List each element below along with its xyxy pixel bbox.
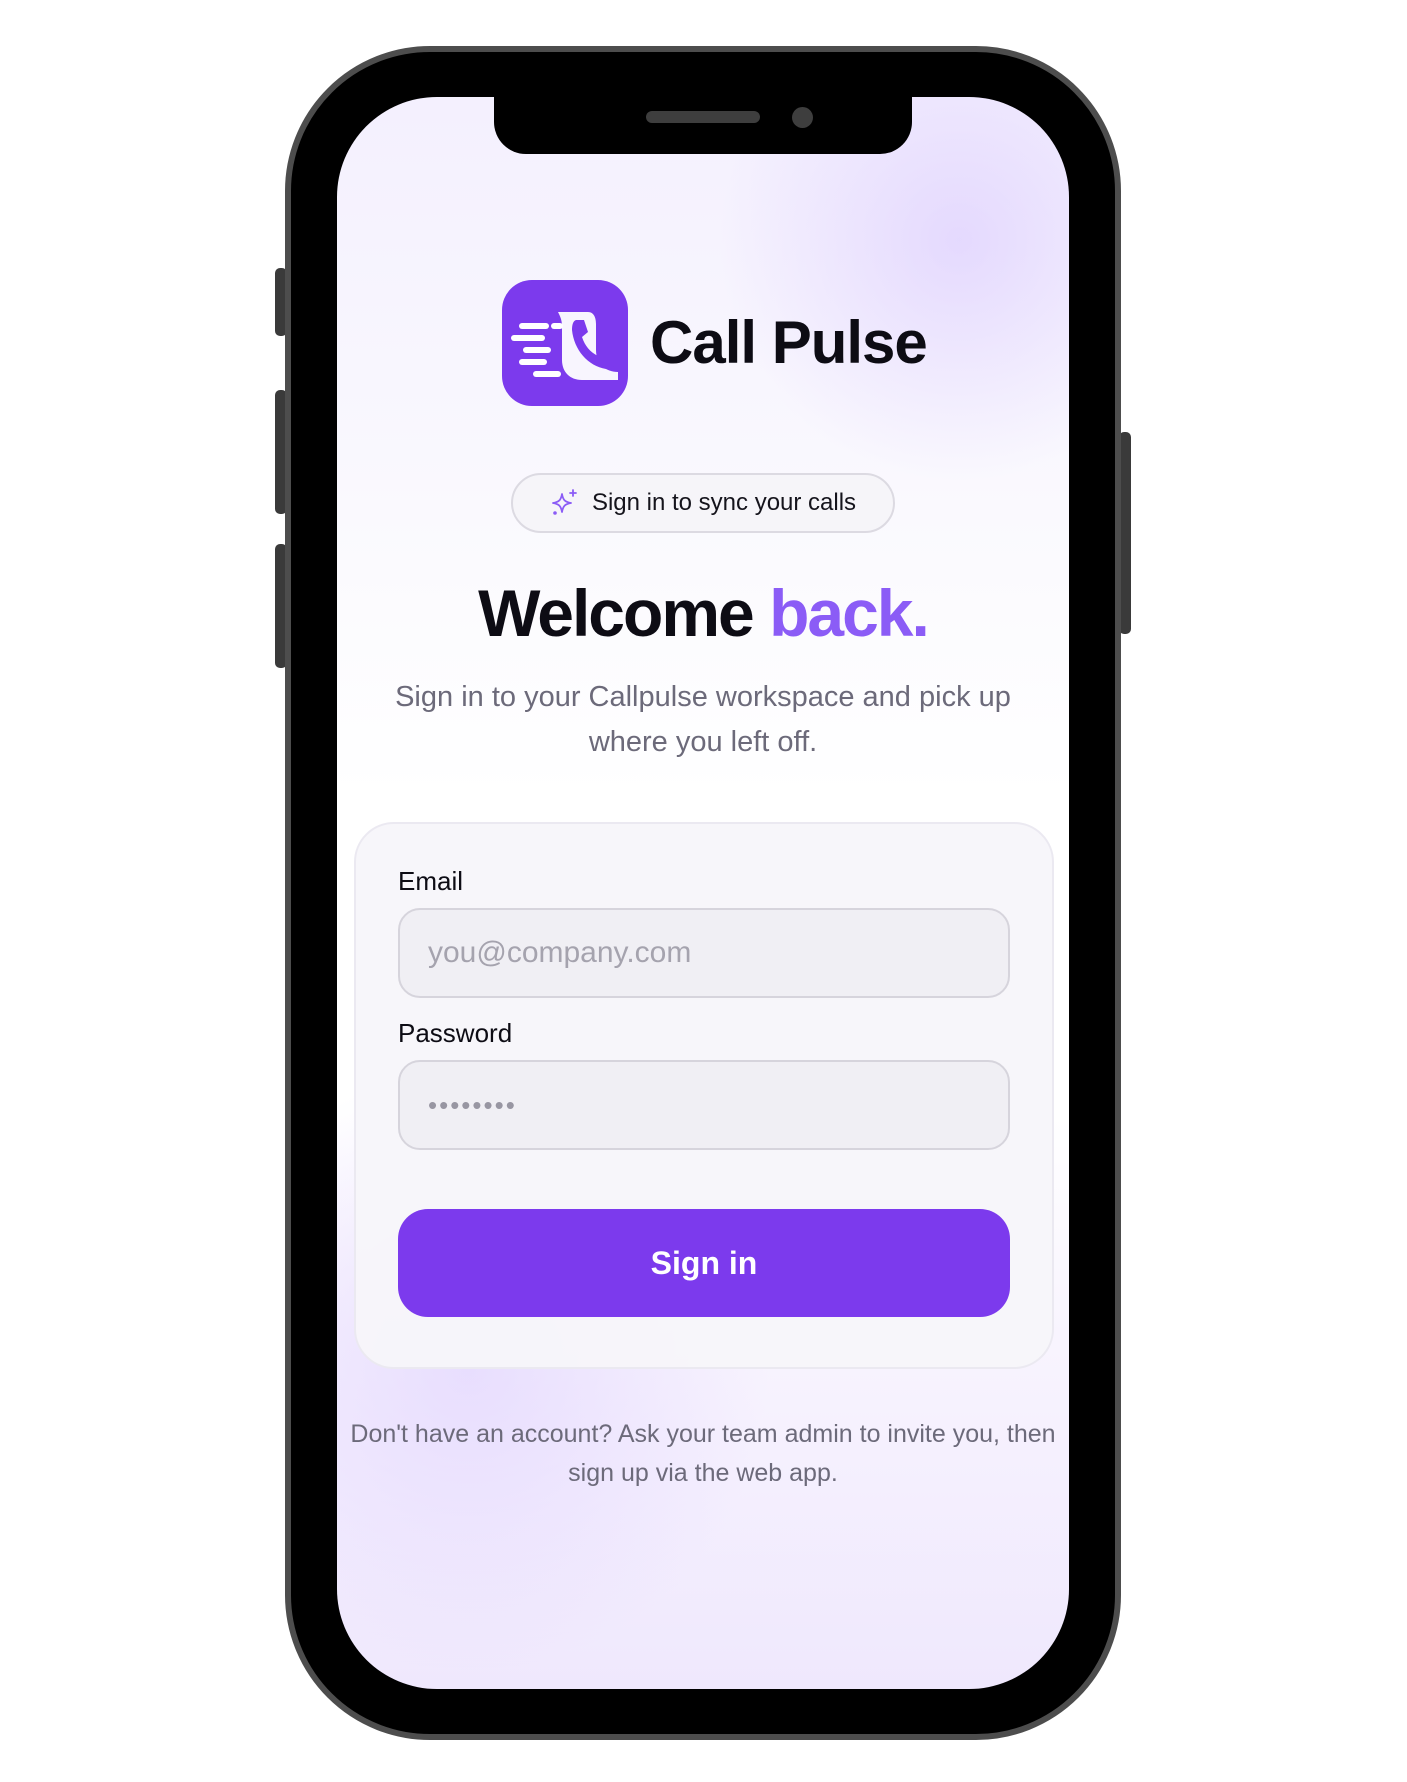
sign-in-button[interactable]: Sign in [398, 1209, 1010, 1317]
page-title-accent: back. [769, 576, 930, 650]
sync-badge-label: Sign in to sync your calls [591, 489, 857, 516]
brand-header: Call Pulse [502, 279, 928, 406]
sparkles-icon [552, 489, 577, 515]
phone-speed-icon [502, 279, 628, 406]
front-camera [792, 107, 813, 128]
app-name: Call Pulse [650, 309, 928, 376]
notch [494, 97, 912, 154]
signup-note: Don't have an account? Ask your team adm… [350, 1420, 1056, 1487]
sign-in-card: Email Password Sign in [354, 822, 1054, 1369]
speaker-grille [646, 111, 760, 123]
password-label: Password [398, 1018, 513, 1048]
sync-badge: Sign in to sync your calls [511, 473, 895, 533]
email-label: Email [398, 866, 464, 896]
page-subtitle: Sign in to your Callpulse workspace and … [395, 681, 1011, 758]
phone-screen: Call Pulse Sign in to sync your calls We… [337, 97, 1069, 1689]
password-field[interactable] [398, 1060, 1010, 1150]
page-title-main: Welcome [478, 576, 755, 650]
page-title: Welcome back. [337, 575, 1069, 651]
email-field[interactable] [398, 908, 1010, 998]
